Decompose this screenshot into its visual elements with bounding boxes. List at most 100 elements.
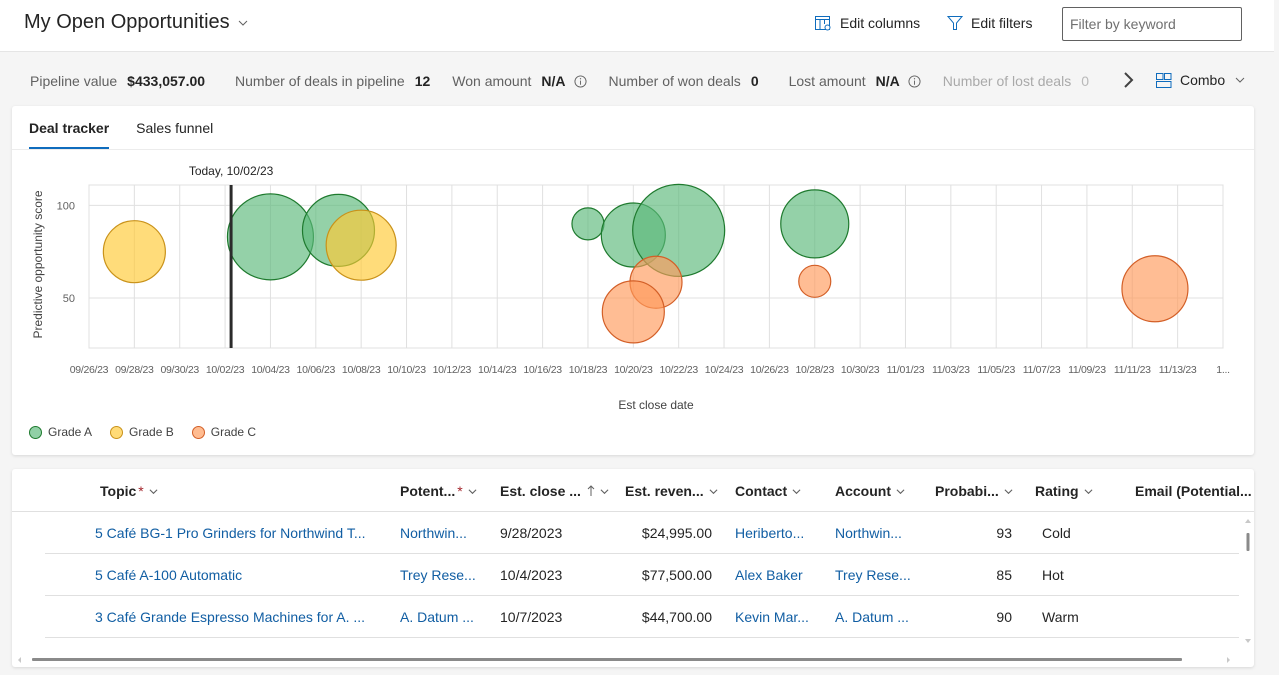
deal-tracker-chart: 50 100 09/26/23 09/28/23 09/30/23 10/02/23 10/… — [31, 164, 1230, 412]
chevron-down-icon — [238, 20, 248, 26]
cell-topic[interactable]: 3 Café Grande Espresso Machines for A. .… — [95, 609, 365, 625]
cell-account[interactable]: Northwin... — [835, 525, 902, 541]
cell-rating: Hot — [1042, 567, 1064, 583]
chevron-down-icon — [149, 488, 158, 494]
kpi-won-deals: Number of won deals 0 — [609, 73, 759, 89]
today-marker-label: Today, 10/02/23 — [189, 164, 274, 178]
filter-icon — [947, 16, 963, 30]
x-tick-label: 09/26/23 — [70, 364, 109, 376]
cell-contact[interactable]: Kevin Mar... — [735, 609, 809, 625]
layout-icon — [1156, 72, 1172, 88]
tab-deal-tracker[interactable]: Deal tracker — [29, 106, 110, 149]
edit-columns-icon — [815, 15, 831, 30]
cell-potential[interactable]: A. Datum ... — [400, 609, 474, 625]
edit-columns-label: Edit columns — [840, 15, 921, 31]
info-icon[interactable] — [908, 74, 921, 88]
keyword-filter-input[interactable] — [1062, 7, 1242, 41]
x-tick-label: 10/20/23 — [614, 364, 653, 376]
edit-filters-button[interactable]: Edit filters — [947, 15, 1032, 31]
view-mode-dropdown[interactable]: Combo — [1156, 72, 1253, 88]
edit-columns-button[interactable]: Edit columns — [815, 15, 920, 31]
column-header-label: Account — [835, 483, 891, 499]
horizontal-scrollbar[interactable] — [12, 653, 1254, 667]
vertical-scrollbar[interactable] — [1242, 513, 1254, 649]
legend-swatch — [110, 425, 124, 439]
x-tick-label: 10/22/23 — [659, 364, 698, 376]
tab-sales-funnel[interactable]: Sales funnel — [136, 106, 213, 149]
x-tick-label: 10/06/23 — [297, 364, 336, 376]
column-header[interactable]: Potent... * — [400, 483, 477, 499]
kpi-value: N/A — [875, 73, 900, 89]
grid-header: Topic * Potent... * Est. close ... Est. reven… — [12, 469, 1254, 512]
x-tick-label: 10/28/23 — [796, 364, 835, 376]
cell-rating: Cold — [1042, 525, 1071, 541]
chevron-right-icon[interactable] — [1122, 71, 1134, 89]
table-row[interactable]: 5 Café A-100 Automatic Trey Rese... 10/4/2… — [45, 554, 1239, 596]
cell-potential[interactable]: Northwin... — [400, 525, 467, 541]
opportunities-grid: Topic * Potent... * Est. close ... Est. reven… — [12, 469, 1254, 667]
kpi-value: 12 — [414, 73, 431, 89]
legend-label: Grade A — [48, 425, 93, 439]
chart-tabs: Deal tracker Sales funnel — [29, 106, 240, 150]
page-title: My Open Opportunities — [24, 11, 230, 33]
column-header[interactable]: Email (Potential... — [1135, 483, 1254, 499]
column-header-label: Rating — [1035, 483, 1079, 499]
x-tick-label: 11/07/23 — [1023, 364, 1061, 376]
chart-card: Deal tracker Sales funnel 50 100 09/26/23 0… — [12, 106, 1254, 455]
kpi-label: Number of won deals — [608, 73, 741, 89]
column-header[interactable]: Topic * — [100, 483, 158, 499]
cell-topic[interactable]: 5 Café A-100 Automatic — [95, 567, 242, 583]
x-tick-label: 11/13/23 — [1159, 364, 1197, 376]
cell-potential[interactable]: Trey Rese... — [400, 567, 476, 583]
chart-legend: Grade A Grade B Grade C — [29, 425, 274, 439]
bubble-grade-a — [226, 193, 315, 281]
column-header[interactable]: Account — [835, 483, 905, 499]
table-row[interactable]: 5 Café BG-1 Pro Grinders for Northwind T… — [45, 512, 1239, 554]
column-header-label: Est. reven... — [625, 483, 704, 499]
x-tick-label: 11/01/23 — [887, 364, 925, 376]
bubble-grade-a — [780, 189, 850, 259]
legend-item-grade-c[interactable]: Grade C — [191, 425, 256, 439]
chevron-down-icon — [600, 488, 609, 494]
cell-topic[interactable]: 5 Café BG-1 Pro Grinders for Northwind T… — [95, 525, 366, 541]
chevron-down-icon — [468, 488, 477, 494]
kpi-value: 0 — [750, 73, 759, 89]
cell-contact[interactable]: Heriberto... — [735, 525, 804, 541]
column-header[interactable]: Est. close ... — [500, 483, 609, 499]
column-header-label: Email (Potential... — [1135, 483, 1252, 499]
column-header-label: Potent... — [400, 483, 456, 499]
kpi-won-amount: Won amount N/A — [452, 73, 587, 89]
column-header[interactable]: Rating — [1035, 483, 1093, 499]
legend-item-grade-b[interactable]: Grade B — [110, 425, 174, 439]
x-tick-label: 09/28/23 — [115, 364, 154, 376]
cell-revenue: $24,995.00 — [641, 525, 712, 541]
required-marker: * — [457, 483, 463, 499]
table-row[interactable]: 3 Café Grande Espresso Machines for A. .… — [45, 596, 1239, 638]
view-mode-label: Combo — [1180, 72, 1226, 88]
bubble-grade-b — [102, 220, 166, 284]
x-tick-label: 10/18/23 — [569, 364, 608, 376]
required-marker: * — [138, 483, 144, 499]
cell-revenue: $77,500.00 — [641, 567, 712, 583]
x-tick-label: 10/24/23 — [705, 364, 744, 376]
kpi-value: $433,057.00 — [127, 73, 206, 89]
cell-account[interactable]: A. Datum ... — [835, 609, 909, 625]
y-axis-title: Predictive opportunity score — [31, 190, 45, 338]
x-tick-label: 10/16/23 — [523, 364, 562, 376]
info-icon[interactable] — [573, 74, 587, 88]
x-tick-label: 10/10/23 — [387, 364, 426, 376]
cell-account[interactable]: Trey Rese... — [835, 567, 911, 583]
kpi-label: Pipeline value — [30, 73, 118, 89]
cell-contact[interactable]: Alex Baker — [735, 567, 803, 583]
cell-close: 10/7/2023 — [500, 609, 563, 625]
legend-item-grade-a[interactable]: Grade A — [29, 425, 92, 439]
column-header[interactable]: Est. reven... — [625, 483, 718, 499]
view-selector[interactable]: My Open Opportunities — [24, 11, 248, 34]
x-tick-label: 11/03/23 — [932, 364, 970, 376]
y-tick-label: 100 — [57, 200, 75, 212]
x-tick-label: 10/08/23 — [342, 364, 381, 376]
column-header[interactable]: Probabi... — [935, 483, 1013, 499]
kpi-label: Won amount — [452, 73, 532, 89]
cell-probability: 85 — [996, 567, 1012, 583]
column-header[interactable]: Contact — [735, 483, 801, 499]
